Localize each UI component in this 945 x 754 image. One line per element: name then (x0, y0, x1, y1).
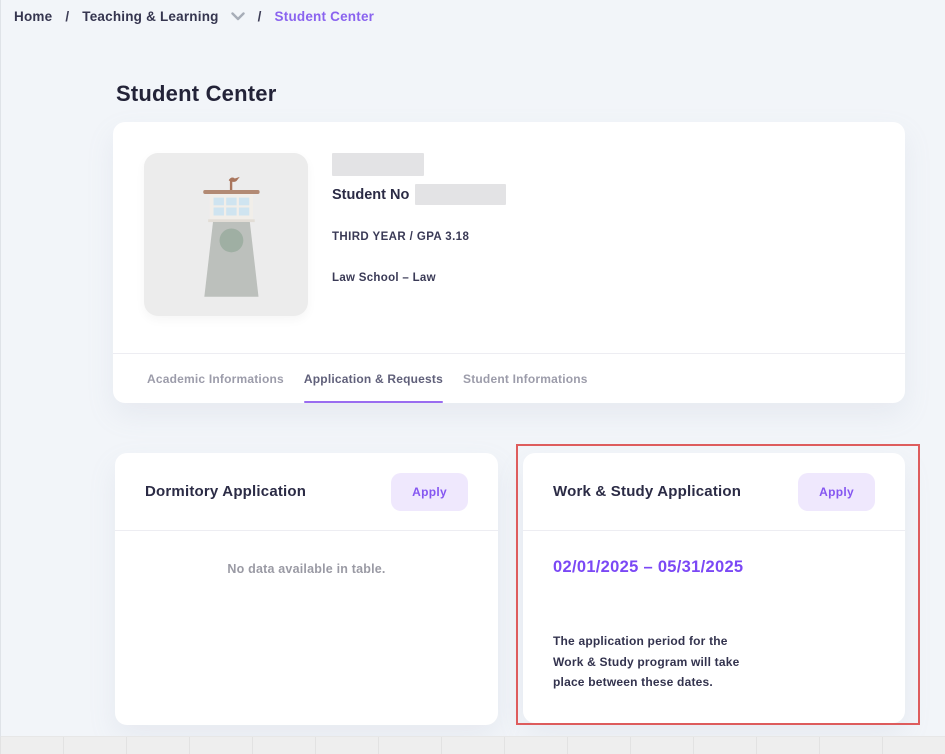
dormitory-application-card: Dormitory Application Apply No data avai… (115, 453, 498, 725)
redacted-student-no (415, 184, 506, 205)
breadcrumb: Home / Teaching & Learning / Student Cen… (14, 9, 374, 24)
student-no-label: Student No (332, 187, 409, 203)
student-profile-card: Student No THIRD YEAR / GPA 3.18 Law Sch… (113, 122, 905, 403)
dormitory-card-body: No data available in table. (115, 531, 498, 576)
redacted-student-name (332, 153, 424, 176)
page-title: Student Center (116, 81, 276, 107)
work-study-card-body: 02/01/2025 – 05/31/2025 The application … (523, 531, 905, 693)
work-study-card-title: Work & Study Application (553, 483, 741, 500)
student-center-page: Home / Teaching & Learning / Student Cen… (0, 0, 945, 754)
work-study-application-card: Work & Study Application Apply 02/01/202… (523, 453, 905, 723)
profile-body: Student No THIRD YEAR / GPA 3.18 Law Sch… (113, 122, 905, 316)
tab-student-informations[interactable]: Student Informations (463, 354, 588, 403)
year-gpa-text: THIRD YEAR / GPA 3.18 (332, 231, 506, 243)
background-grid-strip (0, 736, 945, 754)
dormitory-card-title: Dormitory Application (145, 483, 306, 500)
breadcrumb-teaching-learning[interactable]: Teaching & Learning (82, 9, 218, 24)
work-study-apply-button[interactable]: Apply (798, 473, 875, 511)
school-text: Law School – Law (332, 272, 506, 284)
empty-table-message: No data available in table. (115, 562, 498, 576)
dormitory-apply-button[interactable]: Apply (391, 473, 468, 511)
tab-application-requests[interactable]: Application & Requests (304, 354, 443, 403)
dormitory-card-header: Dormitory Application Apply (115, 453, 498, 531)
application-period-description: The application period for the Work & St… (553, 631, 753, 693)
profile-info: Student No THIRD YEAR / GPA 3.18 Law Sch… (332, 153, 506, 316)
breadcrumb-home[interactable]: Home (14, 9, 52, 24)
avatar (144, 153, 308, 316)
breadcrumb-current-student-center[interactable]: Student Center (275, 9, 375, 24)
profile-tabs: Academic Informations Application & Requ… (113, 354, 905, 403)
student-no-row: Student No (332, 184, 506, 205)
breadcrumb-separator: / (258, 9, 262, 24)
work-study-card-header: Work & Study Application Apply (523, 453, 905, 531)
chevron-down-icon[interactable] (231, 12, 245, 21)
breadcrumb-separator: / (65, 9, 69, 24)
tab-academic-informations[interactable]: Academic Informations (147, 354, 284, 403)
lighthouse-icon (161, 165, 291, 305)
application-date-range: 02/01/2025 – 05/31/2025 (553, 558, 875, 577)
